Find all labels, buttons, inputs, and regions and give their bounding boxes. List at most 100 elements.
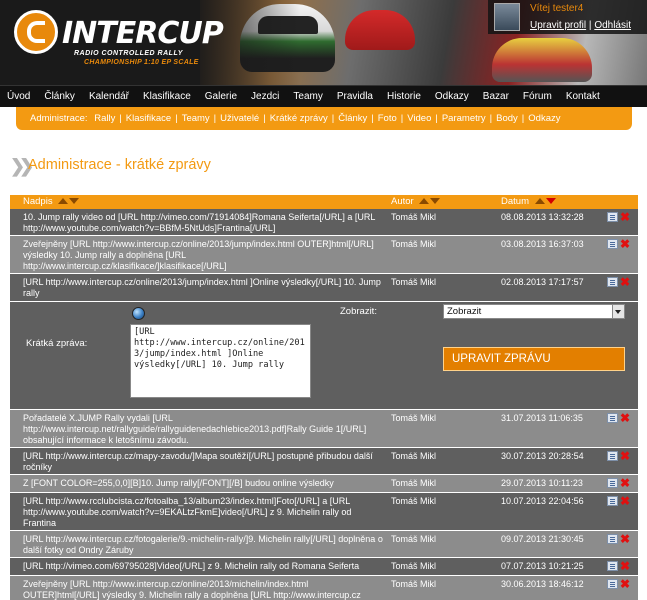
subnav-item-parametry[interactable]: Parametry	[442, 113, 486, 124]
edit-icon[interactable]	[607, 534, 618, 544]
message-author: Tomáš Mikl	[391, 534, 437, 544]
globe-icon[interactable]	[132, 307, 145, 320]
message-date: 29.07.2013 10:11:23	[501, 478, 583, 488]
message-text: [URL http://www.intercup.cz/mapy-zavodu/…	[23, 451, 373, 472]
nav-item-uvod[interactable]: Úvod	[0, 86, 37, 107]
message-date: 03.08.2013 16:37:03	[501, 239, 584, 249]
message-author: Tomáš Mikl	[391, 277, 437, 287]
subnav-item-video[interactable]: Video	[407, 113, 431, 124]
row-actions: ✖	[607, 276, 630, 288]
message-text: [URL http://www.intercup.cz/online/2013/…	[23, 277, 381, 298]
nav-item-odkazy[interactable]: Odkazy	[428, 86, 476, 107]
nav-item-teamy[interactable]: Teamy	[286, 86, 329, 107]
subnav-item-teamy[interactable]: Teamy	[182, 113, 210, 124]
edit-icon[interactable]	[607, 451, 618, 461]
delete-icon[interactable]: ✖	[620, 533, 630, 545]
nav-item-kalendar[interactable]: Kalendář	[82, 86, 136, 107]
message-text: Pořadatelé X.JUMP Rally vydali [URL http…	[23, 413, 367, 445]
sort-desc-icon[interactable]	[545, 198, 556, 205]
sort-desc-icon[interactable]	[69, 198, 80, 205]
edit-icon[interactable]	[607, 496, 618, 506]
message-date: 08.08.2013 13:32:28	[501, 212, 584, 222]
logo-subtitle: RADIO CONTROLLED RALLY	[74, 50, 183, 57]
nav-item-historie[interactable]: Historie	[380, 86, 428, 107]
update-message-button[interactable]: UPRAVIT ZPRÁVU	[443, 347, 625, 371]
message-date: 10.07.2013 22:04:56	[501, 496, 584, 506]
table-row: [URL http://vimeo.com/69795028]Video[/UR…	[10, 558, 638, 576]
row-actions: ✖	[607, 533, 630, 545]
edit-icon[interactable]	[607, 478, 618, 488]
row-actions: ✖	[607, 450, 630, 462]
edit-icon[interactable]	[607, 561, 618, 571]
nav-item-galerie[interactable]: Galerie	[198, 86, 244, 107]
message-text: [URL http://vimeo.com/69795028]Video[/UR…	[23, 561, 360, 571]
message-textarea[interactable]: [URL http://www.intercup.cz/online/2013/…	[130, 324, 311, 398]
edit-icon[interactable]	[607, 579, 618, 589]
subnav-item-odkazy[interactable]: Odkazy	[528, 113, 560, 124]
table-row: Pořadatelé X.JUMP Rally vydali [URL http…	[10, 410, 638, 448]
row-actions: ✖	[607, 578, 630, 590]
row-actions: ✖	[607, 477, 630, 489]
delete-icon[interactable]: ✖	[620, 238, 630, 250]
delete-icon[interactable]: ✖	[620, 276, 630, 288]
row-actions: ✖	[607, 211, 630, 223]
chevron-down-icon	[612, 305, 624, 318]
subnav-item-kratke-zpravy[interactable]: Krátké zprávy	[270, 113, 328, 124]
table-header: Nadpis Autor Datum	[10, 195, 638, 209]
delete-icon[interactable]: ✖	[620, 211, 630, 223]
nav-item-kontakt[interactable]: Kontakt	[559, 86, 607, 107]
table-row: 10. Jump rally video od [URL http://vime…	[10, 209, 638, 236]
subnav-prefix: Administrace:	[30, 113, 88, 124]
nav-item-bazar[interactable]: Bazar	[476, 86, 516, 107]
edit-icon[interactable]	[607, 413, 618, 423]
logo-badge-icon	[14, 10, 58, 54]
delete-icon[interactable]: ✖	[620, 560, 630, 572]
subnav-item-foto[interactable]: Foto	[378, 113, 397, 124]
subnav-item-klasifikace[interactable]: Klasifikace	[126, 113, 171, 124]
nav-item-jezdci[interactable]: Jezdci	[244, 86, 286, 107]
table-row: Zveřejněny [URL http://www.intercup.cz/o…	[10, 576, 638, 600]
sort-asc-icon[interactable]	[58, 198, 69, 205]
row-actions: ✖	[607, 560, 630, 572]
message-text: 10. Jump rally video od [URL http://vime…	[23, 212, 376, 233]
delete-icon[interactable]: ✖	[620, 477, 630, 489]
sort-asc-icon[interactable]	[419, 198, 430, 205]
subnav-item-clanky[interactable]: Články	[338, 113, 367, 124]
subnav-item-uzivatele[interactable]: Uživatelé	[220, 113, 259, 124]
visibility-select-value: Zobrazit	[447, 306, 482, 317]
table-row: [URL http://www.intercup.cz/mapy-zavodu/…	[10, 448, 638, 475]
user-links-divider: |	[588, 20, 592, 31]
nav-item-clanky[interactable]: Články	[37, 86, 82, 107]
delete-icon[interactable]: ✖	[620, 450, 630, 462]
avatar	[494, 3, 520, 31]
row-actions: ✖	[607, 412, 630, 424]
delete-icon[interactable]: ✖	[620, 495, 630, 507]
column-header-date: Datum	[501, 196, 556, 207]
edit-icon[interactable]	[607, 212, 618, 222]
logo-text: INTERCUP	[62, 16, 224, 51]
column-header-title: Nadpis	[23, 196, 80, 207]
delete-icon[interactable]: ✖	[620, 578, 630, 590]
nav-item-pravidla[interactable]: Pravidla	[330, 86, 380, 107]
edit-message-form: Krátká zpráva: [URL http://www.intercup.…	[10, 302, 638, 410]
subnav-item-rally[interactable]: Rally	[90, 113, 115, 124]
nav-item-klasifikace[interactable]: Klasifikace	[136, 86, 198, 107]
table-row: [URL http://www.intercup.cz/online/2013/…	[10, 274, 638, 302]
delete-icon[interactable]: ✖	[620, 412, 630, 424]
user-links: Upravit profil | Odhlásit	[530, 20, 631, 31]
edit-icon[interactable]	[607, 239, 618, 249]
message-text: Zveřejněny [URL http://www.intercup.cz/o…	[23, 239, 374, 271]
nav-item-forum[interactable]: Fórum	[516, 86, 559, 107]
logout-link[interactable]: Odhlásit	[594, 20, 631, 31]
edit-profile-link[interactable]: Upravit profil	[530, 20, 586, 31]
message-author: Tomáš Mikl	[391, 561, 437, 571]
sort-desc-icon[interactable]	[430, 198, 441, 205]
table-row: Z [FONT COLOR=255,0,0][B]10. Jump rally[…	[10, 475, 638, 493]
visibility-select[interactable]: Zobrazit	[443, 304, 625, 319]
table-row: [URL http://www.intercup.cz/fotogalerie/…	[10, 531, 638, 558]
subnav-item-body[interactable]: Body	[496, 113, 518, 124]
row-actions: ✖	[607, 238, 630, 250]
message-author: Tomáš Mikl	[391, 451, 437, 461]
edit-icon[interactable]	[607, 277, 618, 287]
sort-asc-icon[interactable]	[534, 198, 545, 205]
